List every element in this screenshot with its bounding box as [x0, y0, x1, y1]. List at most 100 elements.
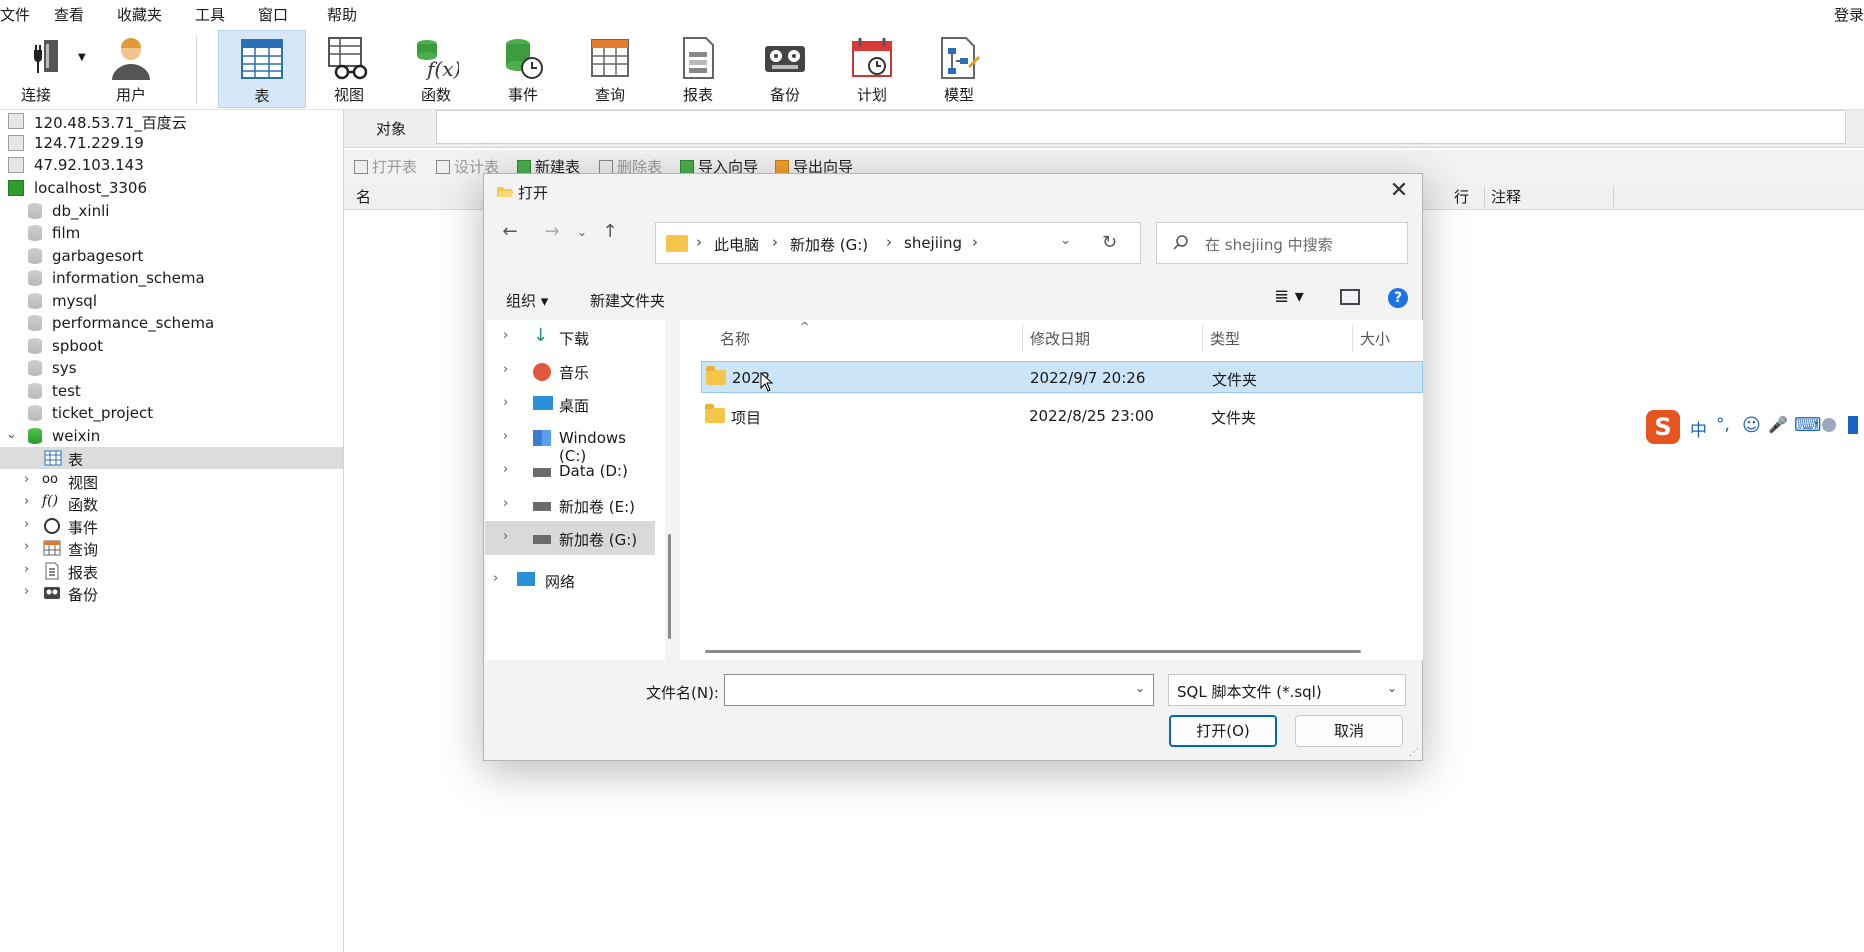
file-list-scrollbar[interactable]	[705, 650, 1361, 653]
tree-item-functions[interactable]: › f() 函数	[0, 492, 343, 514]
microphone-icon[interactable]: 🎤	[1768, 415, 1788, 434]
chevron-right-icon[interactable]: ›	[24, 517, 29, 532]
tree-database[interactable]: sys	[0, 357, 343, 379]
forward-arrow-icon[interactable]: →	[538, 218, 566, 246]
more-icon[interactable]	[1848, 416, 1858, 434]
tree-database[interactable]: information_schema	[0, 267, 343, 289]
chevron-right-icon[interactable]: ›	[24, 472, 29, 487]
search-box[interactable]: 在 shejiing 中搜索	[1156, 222, 1408, 264]
column-header-name[interactable]: 名称	[720, 328, 750, 349]
tree-database[interactable]: garbagesort	[0, 245, 343, 267]
help-icon[interactable]: ?	[1388, 288, 1408, 308]
chevron-right-icon[interactable]: ›	[24, 584, 29, 599]
tree-database[interactable]: ticket_project	[0, 402, 343, 424]
event-button[interactable]: 事件	[480, 30, 566, 108]
chevron-right-icon[interactable]: ›	[503, 395, 508, 410]
connect-dropdown-icon[interactable]: ▼	[78, 52, 86, 63]
menu-tools[interactable]: 工具	[195, 4, 225, 25]
up-arrow-icon[interactable]: ↑	[596, 218, 624, 246]
tree-database-weixin[interactable]: ⌄ weixin	[0, 425, 343, 447]
tree-item-queries[interactable]: › 查询	[0, 537, 343, 559]
tree-connection[interactable]: 120.48.53.71_百度云	[0, 110, 343, 132]
search-input[interactable]: 在 shejiing 中搜索	[1205, 234, 1333, 255]
sogou-logo-icon[interactable]: S	[1646, 410, 1680, 444]
column-divider[interactable]	[1022, 324, 1023, 352]
menu-view[interactable]: 查看	[54, 4, 84, 25]
breadcrumb-drive-g[interactable]: 新加卷 (G:)	[790, 234, 868, 255]
preview-pane-icon[interactable]	[1340, 289, 1360, 305]
chevron-right-icon[interactable]: ›	[493, 571, 498, 586]
chevron-right-icon[interactable]: ›	[503, 362, 508, 377]
nav-item-music[interactable]: › 音乐	[485, 354, 655, 388]
resize-grip-icon[interactable]: ⋰	[1409, 747, 1419, 758]
chevron-right-icon[interactable]: ›	[503, 328, 508, 343]
backup-button[interactable]: 备份	[742, 30, 828, 108]
ime-chinese-mode[interactable]: 中	[1690, 416, 1707, 441]
column-header-modified[interactable]: 修改日期	[1030, 328, 1090, 349]
chevron-right-icon[interactable]: ›	[24, 539, 29, 554]
model-button[interactable]: 模型	[916, 30, 1002, 108]
nav-item-drive-c[interactable]: › Windows (C:)	[485, 421, 655, 465]
chevron-right-icon[interactable]: ›	[503, 529, 508, 544]
file-row-selected[interactable]: 2022 2022/9/7 20:26 文件夹	[701, 361, 1423, 393]
ime-punctuation[interactable]: °,	[1716, 415, 1730, 435]
nav-item-drive-d[interactable]: › Data (D:)	[485, 454, 655, 488]
tab-objects[interactable]: 对象	[376, 118, 406, 139]
tree-connection[interactable]: 47.92.103.143	[0, 154, 343, 176]
open-button[interactable]: 打开(O)	[1169, 715, 1277, 747]
table-button[interactable]: 表	[218, 30, 306, 108]
breadcrumb-shejiing[interactable]: shejiing	[904, 234, 962, 252]
breadcrumb-this-pc[interactable]: 此电脑	[714, 234, 759, 255]
back-arrow-icon[interactable]: ←	[496, 218, 524, 246]
user-button[interactable]: 用户	[88, 30, 174, 108]
column-name[interactable]: 名	[356, 186, 371, 207]
chevron-right-icon[interactable]: ›	[24, 562, 29, 577]
chevron-right-icon[interactable]: ›	[503, 429, 508, 444]
tree-item-events[interactable]: › 事件	[0, 515, 343, 537]
cancel-button[interactable]: 取消	[1295, 715, 1403, 747]
nav-item-desktop[interactable]: › 桌面	[485, 387, 655, 421]
tree-connection[interactable]: 124.71.229.19	[0, 132, 343, 154]
function-button[interactable]: f(x) 函数	[393, 30, 479, 108]
column-comment[interactable]: 注释	[1484, 186, 1614, 207]
address-bar[interactable]: › 此电脑 › 新加卷 (G:) › shejiing › ⌄ ↻	[655, 222, 1141, 264]
report-button[interactable]: 报表	[655, 30, 741, 108]
address-dropdown-icon[interactable]: ⌄	[1060, 233, 1071, 248]
chevron-right-icon[interactable]: ›	[24, 494, 29, 509]
close-icon[interactable]: ✕	[1384, 176, 1414, 206]
login-link[interactable]: 登录	[1834, 4, 1864, 25]
view-options-icon[interactable]: ≣ ▾	[1274, 286, 1304, 307]
tree-database[interactable]: film	[0, 222, 343, 244]
tree-item-tables[interactable]: 表	[0, 447, 343, 469]
refresh-icon[interactable]: ↻	[1102, 232, 1117, 253]
file-row[interactable]: 项目 2022/8/25 23:00 文件夹	[701, 400, 1423, 432]
nav-item-network[interactable]: › 网络	[485, 563, 655, 597]
new-folder-button[interactable]: 新建文件夹	[590, 290, 665, 311]
tree-item-views[interactable]: › oo 视图	[0, 470, 343, 492]
menu-favorites[interactable]: 收藏夹	[117, 4, 162, 25]
connect-button[interactable]: ▼ 连接	[0, 30, 86, 108]
chevron-down-icon[interactable]: ⌄	[1135, 681, 1145, 695]
recent-dropdown-icon[interactable]: ⌄	[568, 218, 596, 246]
tree-item-backups[interactable]: › 备份	[0, 582, 343, 604]
column-divider[interactable]	[1352, 324, 1353, 352]
column-rows[interactable]: 行	[1454, 186, 1469, 207]
navigation-scrollbar[interactable]	[668, 534, 671, 639]
menu-help[interactable]: 帮助	[327, 4, 357, 25]
menu-file[interactable]: 文件	[0, 4, 30, 25]
tree-connection-localhost[interactable]: localhost_3306	[0, 177, 343, 199]
filename-field[interactable]: ⌄	[724, 674, 1154, 706]
tree-database[interactable]: performance_schema	[0, 312, 343, 334]
column-header-type[interactable]: 类型	[1210, 328, 1240, 349]
nav-item-drive-e[interactable]: › 新加卷 (E:)	[485, 488, 655, 522]
chevron-down-icon[interactable]: ⌄	[1387, 681, 1397, 695]
emoji-icon[interactable]: ☺	[1742, 415, 1761, 436]
column-divider[interactable]	[1202, 324, 1203, 352]
tree-database[interactable]: test	[0, 380, 343, 402]
tree-database[interactable]: mysql	[0, 290, 343, 312]
keyboard-icon[interactable]: ⌨	[1794, 414, 1821, 436]
tree-item-reports[interactable]: › 报表	[0, 560, 343, 582]
tree-database[interactable]: spboot	[0, 335, 343, 357]
nav-item-downloads[interactable]: › ↓ 下载	[485, 320, 655, 354]
tree-database[interactable]: db_xinli	[0, 200, 343, 222]
